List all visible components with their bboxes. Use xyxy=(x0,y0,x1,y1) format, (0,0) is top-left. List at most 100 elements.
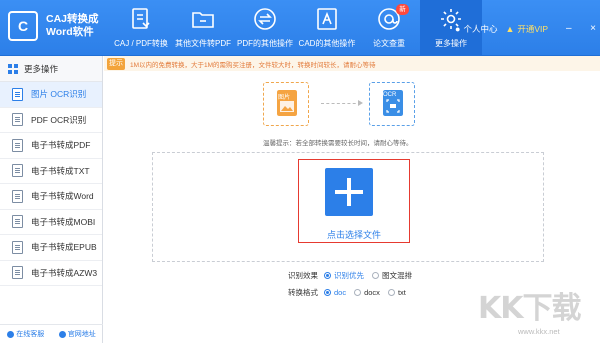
vip-label: 开通VIP xyxy=(517,24,549,34)
format-option-row: 转换格式 doc docx txt xyxy=(288,287,414,298)
sidebar-item-image-ocr[interactable]: 图片 OCR识别 xyxy=(0,82,102,108)
radio-recognition-first[interactable]: 识别优先 xyxy=(324,270,364,281)
sidebar-item-label: 电子书转成AZW3 xyxy=(31,267,98,278)
radio-docx[interactable]: docx xyxy=(354,288,380,297)
user-center-label: 个人中心 xyxy=(463,24,498,34)
watermark: KK下载 www.kkx.net xyxy=(478,283,596,341)
source-box: 图片 xyxy=(263,82,309,126)
window-controls: – × xyxy=(566,22,596,34)
sidebar-item-ebook-to-azw3[interactable]: 电子书转成AZW3 xyxy=(0,261,102,286)
vip-icon: ▲ xyxy=(505,24,515,34)
app-name-line2: Word软件 xyxy=(46,26,94,38)
nav-plagiarism-check[interactable]: 新 论文查重 xyxy=(358,0,420,56)
document-icon xyxy=(12,113,23,127)
nav-label: PDF的其他操作 xyxy=(237,39,293,48)
select-file-label[interactable]: 点击选择文件 xyxy=(298,228,410,241)
document-icon xyxy=(12,189,23,203)
watermark-url: www.kkx.net xyxy=(518,327,560,336)
convert-icon xyxy=(132,8,150,29)
sidebar-item-ebook-to-mobi[interactable]: 电子书转成MOBI xyxy=(0,210,102,235)
nav-caj-pdf-convert[interactable]: CAJ / PDF转换 xyxy=(110,0,172,56)
app-name-line1: CAJ转换成 xyxy=(46,13,99,25)
radio-label: txt xyxy=(397,288,406,297)
sidebar-item-label: 电子书转成TXT xyxy=(31,165,90,176)
sidebar-item-label: 图片 OCR识别 xyxy=(31,89,87,100)
grid-icon xyxy=(8,63,18,74)
sidebar-item-ebook-to-pdf[interactable]: 电子书转成PDF xyxy=(0,133,102,159)
globe-icon xyxy=(58,330,66,338)
radio-label: 识别优先 xyxy=(334,271,364,280)
nav-cad-other[interactable]: CAD的其他操作 xyxy=(296,0,358,56)
website-link[interactable]: 官网地址 xyxy=(58,329,96,339)
source-label: 图片 xyxy=(278,95,291,101)
sidebar-item-label: 电子书转成MOBI xyxy=(31,216,96,227)
chat-icon xyxy=(7,330,15,338)
website-label: 官网地址 xyxy=(67,331,96,338)
radio-indicator xyxy=(387,289,395,296)
folder-icon xyxy=(192,12,214,28)
add-file-button[interactable] xyxy=(325,168,373,216)
swap-icon xyxy=(254,8,276,30)
sidebar-header: 更多操作 xyxy=(0,56,102,82)
notice-badge: 提示 xyxy=(107,57,125,70)
vip-link[interactable]: ▲ 开通VIP xyxy=(505,23,548,35)
nav-label: CAJ / PDF转换 xyxy=(114,39,168,48)
nav-other-to-pdf[interactable]: 其他文件转PDF xyxy=(172,0,234,56)
sidebar: 更多操作 图片 OCR识别 PDF OCR识别 电子书转成PDF 电子书转成TX… xyxy=(0,56,103,343)
document-icon xyxy=(12,266,23,280)
format-title: 转换格式 xyxy=(288,288,318,297)
radio-indicator xyxy=(372,272,379,279)
close-icon[interactable]: × xyxy=(590,23,596,34)
effect-title: 识别效果 xyxy=(288,271,318,280)
radio-indicator xyxy=(324,272,331,279)
nav-label: 论文查重 xyxy=(373,39,405,48)
top-right-actions: ● 个人中心 ▲ 开通VIP xyxy=(455,22,556,36)
minimize-icon[interactable]: – xyxy=(566,23,572,34)
conversion-flow: 图片 OCR xyxy=(263,82,415,126)
cad-icon xyxy=(317,8,337,30)
main-nav: CAJ / PDF转换 其他文件转PDF PDF的其他操作 CAD的其他操作 新 xyxy=(110,0,482,56)
sidebar-item-ebook-to-epub[interactable]: 电子书转成EPUB xyxy=(0,235,102,261)
sidebar-footer: 在线客服 官网地址 xyxy=(0,324,103,343)
document-icon xyxy=(12,164,23,178)
notice-bar: 提示 1M以内的免费转换，大于1M的需购买注册，文件较大时，转换时间较长，请耐心… xyxy=(104,56,600,71)
top-bar: C CAJ转换成 Word软件 CAJ / PDF转换 其他文件转PDF PDF… xyxy=(0,0,600,56)
radio-label: 图文混排 xyxy=(382,271,412,280)
radio-indicator xyxy=(354,289,362,296)
radio-label: doc xyxy=(334,288,347,297)
app-logo: C CAJ转换成 Word软件 xyxy=(8,8,108,46)
nav-pdf-other[interactable]: PDF的其他操作 xyxy=(234,0,296,56)
watermark-brand: KK下载 xyxy=(478,291,581,326)
nav-label: 其他文件转PDF xyxy=(175,39,231,48)
notice-text: 1M以内的免费转换，大于1M的需购买注册，文件较大时，转换时间较长，请耐心等待 xyxy=(130,61,376,69)
sidebar-item-pdf-ocr[interactable]: PDF OCR识别 xyxy=(0,108,102,133)
target-label: OCR xyxy=(383,92,397,98)
radio-mixed-layout[interactable]: 图文混排 xyxy=(372,270,412,281)
radio-txt[interactable]: txt xyxy=(387,288,406,297)
sidebar-header-label: 更多操作 xyxy=(24,63,59,74)
document-icon xyxy=(12,240,23,254)
user-icon: ● xyxy=(455,24,461,34)
document-icon xyxy=(12,215,23,229)
user-center-link[interactable]: ● 个人中心 xyxy=(455,23,497,35)
radio-label: docx xyxy=(364,288,380,297)
sidebar-item-ebook-to-word[interactable]: 电子书转成Word xyxy=(0,184,102,210)
online-service-link[interactable]: 在线客服 xyxy=(7,329,44,339)
app-name: CAJ转换成 Word软件 xyxy=(46,13,99,39)
logo-icon: C xyxy=(8,11,38,41)
arrow-right-icon xyxy=(321,100,363,106)
sidebar-item-label: PDF OCR识别 xyxy=(31,114,87,125)
document-icon xyxy=(12,87,23,101)
effect-option-row: 识别效果 识别优先 图文混排 xyxy=(288,270,420,281)
online-service-label: 在线客服 xyxy=(16,331,45,338)
radio-indicator xyxy=(324,289,331,296)
sidebar-item-label: 电子书转成PDF xyxy=(31,140,91,151)
target-box: OCR xyxy=(369,82,415,126)
sidebar-item-label: 电子书转成EPUB xyxy=(31,242,97,253)
new-badge: 新 xyxy=(396,4,409,15)
sidebar-item-ebook-to-txt[interactable]: 电子书转成TXT xyxy=(0,159,102,184)
radio-doc[interactable]: doc xyxy=(324,288,346,297)
sidebar-item-label: 电子书转成Word xyxy=(31,191,94,202)
document-icon xyxy=(12,138,23,152)
tip-text: 温馨提示：若全部转换需要较长时间，请耐心等待。 xyxy=(263,140,413,147)
